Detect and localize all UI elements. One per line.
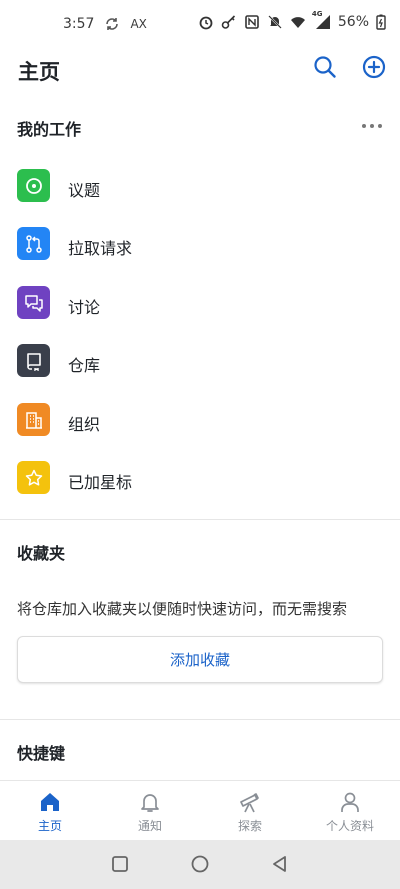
work-item-discussions[interactable]: 讨论 — [0, 278, 400, 330]
work-item-pull-requests[interactable]: 拉取请求 — [0, 219, 400, 271]
star-icon — [17, 461, 50, 494]
work-item-repositories[interactable]: 仓库 — [0, 336, 400, 388]
tab-explore[interactable]: 探索 — [200, 781, 300, 841]
person-icon — [341, 792, 359, 812]
sync-icon — [106, 18, 119, 30]
plus-circle-icon — [362, 55, 386, 79]
key-icon — [221, 15, 235, 29]
nfc-icon — [245, 15, 259, 29]
status-right: 4G 56% — [198, 10, 386, 30]
work-item-label: 议题 — [68, 181, 101, 200]
organization-icon — [17, 403, 50, 436]
telescope-icon — [240, 793, 259, 813]
back-triangle-icon — [273, 856, 286, 872]
app-bar: 主页 — [0, 50, 400, 90]
status-left: 3:57 AX — [63, 16, 147, 32]
tab-profile[interactable]: 个人资料 — [300, 781, 400, 841]
tab-notifications[interactable]: 通知 — [100, 781, 200, 841]
section-divider — [0, 519, 400, 520]
bottom-tab-bar: 主页 通知 探索 个人资料 — [0, 780, 400, 841]
repo-icon — [17, 344, 50, 377]
work-item-label: 拉取请求 — [68, 239, 133, 258]
work-item-label: 已加星标 — [68, 473, 133, 492]
battery-percent: 56% — [337, 14, 369, 30]
search-icon — [314, 56, 336, 78]
wifi-icon — [290, 17, 305, 28]
my-work-title: 我的工作 — [17, 120, 82, 139]
status-carrier: AX — [130, 17, 147, 31]
work-item-label: 组织 — [68, 415, 101, 434]
search-button[interactable] — [312, 54, 338, 80]
more-options-button[interactable] — [360, 116, 384, 136]
recents-button[interactable] — [110, 854, 130, 874]
work-item-starred[interactable]: 已加星标 — [0, 453, 400, 505]
create-button[interactable] — [361, 54, 387, 80]
bell-icon — [141, 794, 159, 812]
network-type: 4G — [311, 10, 323, 18]
more-horizontal-icon — [362, 124, 382, 128]
mute-icon — [268, 15, 282, 29]
pull-request-icon — [17, 227, 50, 260]
alarm-icon — [199, 16, 213, 30]
status-time: 3:57 — [63, 16, 95, 32]
tab-label: 主页 — [37, 819, 62, 833]
issue-icon — [17, 169, 50, 202]
favorites-description: 将仓库加入收藏夹以便随时快速访问，而无需搜索 — [17, 600, 348, 618]
shortcuts-title: 快捷键 — [17, 744, 66, 763]
page-title: 主页 — [18, 60, 60, 84]
work-item-issues[interactable]: 议题 — [0, 161, 400, 213]
home-icon — [41, 793, 59, 811]
system-nav-bar — [0, 840, 400, 889]
discussion-icon — [17, 286, 50, 319]
signal-group: 4G — [312, 10, 331, 30]
tab-label: 通知 — [137, 819, 162, 833]
tab-label: 探索 — [237, 819, 262, 833]
tab-home[interactable]: 主页 — [0, 781, 100, 841]
add-favorites-button[interactable]: 添加收藏 — [17, 636, 383, 683]
section-divider — [0, 719, 400, 720]
battery-icon — [376, 14, 386, 30]
work-item-organizations[interactable]: 组织 — [0, 395, 400, 447]
work-item-label: 仓库 — [68, 356, 101, 375]
home-nav-button[interactable] — [190, 854, 210, 874]
circle-icon — [191, 855, 209, 873]
favorites-title: 收藏夹 — [17, 544, 66, 563]
status-bar: 3:57 AX 4G 56% — [0, 0, 400, 50]
square-icon — [112, 856, 128, 872]
work-item-label: 讨论 — [68, 298, 101, 317]
tab-label: 个人资料 — [325, 819, 374, 833]
back-button[interactable] — [270, 854, 290, 874]
